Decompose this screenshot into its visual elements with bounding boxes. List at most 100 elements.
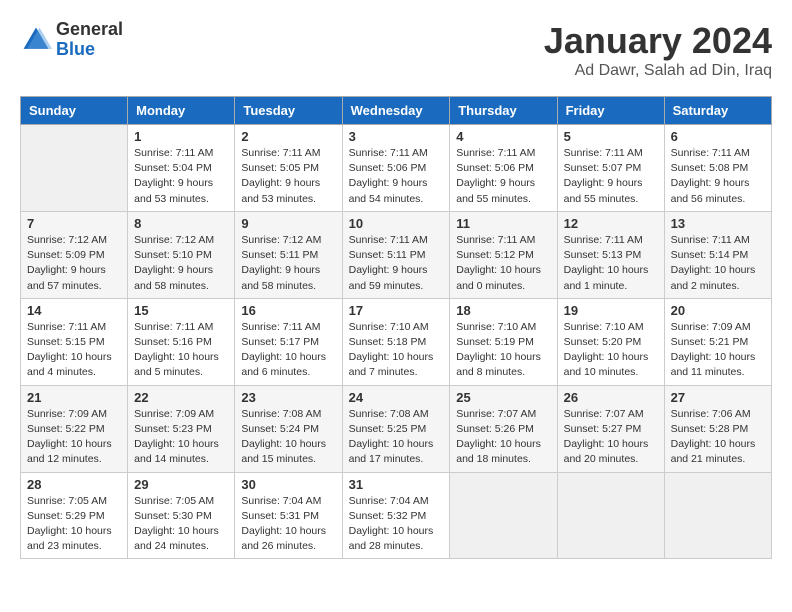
day-number: 9 — [241, 216, 335, 231]
day-number: 31 — [349, 477, 444, 492]
calendar-cell: 19 Sunrise: 7:10 AMSunset: 5:20 PMDaylig… — [557, 298, 664, 385]
calendar-cell: 7 Sunrise: 7:12 AMSunset: 5:09 PMDayligh… — [21, 211, 128, 298]
day-number: 29 — [134, 477, 228, 492]
calendar-cell: 20 Sunrise: 7:09 AMSunset: 5:21 PMDaylig… — [664, 298, 771, 385]
calendar-cell: 12 Sunrise: 7:11 AMSunset: 5:13 PMDaylig… — [557, 211, 664, 298]
header-wednesday: Wednesday — [342, 97, 450, 125]
day-info: Sunrise: 7:05 AMSunset: 5:30 PMDaylight:… — [134, 494, 228, 555]
day-number: 22 — [134, 390, 228, 405]
day-info: Sunrise: 7:11 AMSunset: 5:07 PMDaylight:… — [564, 146, 658, 207]
header-monday: Monday — [128, 97, 235, 125]
day-info: Sunrise: 7:12 AMSunset: 5:09 PMDaylight:… — [27, 233, 121, 294]
header-friday: Friday — [557, 97, 664, 125]
day-info: Sunrise: 7:06 AMSunset: 5:28 PMDaylight:… — [671, 407, 765, 468]
calendar-table: Sunday Monday Tuesday Wednesday Thursday… — [20, 96, 772, 559]
calendar-body: 1 Sunrise: 7:11 AMSunset: 5:04 PMDayligh… — [21, 125, 772, 559]
calendar-cell: 17 Sunrise: 7:10 AMSunset: 5:18 PMDaylig… — [342, 298, 450, 385]
day-info: Sunrise: 7:11 AMSunset: 5:05 PMDaylight:… — [241, 146, 335, 207]
day-info: Sunrise: 7:11 AMSunset: 5:08 PMDaylight:… — [671, 146, 765, 207]
week-row-3: 14 Sunrise: 7:11 AMSunset: 5:15 PMDaylig… — [21, 298, 772, 385]
calendar-cell: 30 Sunrise: 7:04 AMSunset: 5:31 PMDaylig… — [235, 472, 342, 559]
calendar-cell: 3 Sunrise: 7:11 AMSunset: 5:06 PMDayligh… — [342, 125, 450, 212]
day-info: Sunrise: 7:11 AMSunset: 5:12 PMDaylight:… — [456, 233, 550, 294]
calendar-cell — [450, 472, 557, 559]
day-info: Sunrise: 7:12 AMSunset: 5:10 PMDaylight:… — [134, 233, 228, 294]
day-number: 5 — [564, 129, 658, 144]
day-info: Sunrise: 7:08 AMSunset: 5:24 PMDaylight:… — [241, 407, 335, 468]
day-info: Sunrise: 7:11 AMSunset: 5:17 PMDaylight:… — [241, 320, 335, 381]
day-number: 18 — [456, 303, 550, 318]
day-number: 11 — [456, 216, 550, 231]
day-number: 15 — [134, 303, 228, 318]
header-sunday: Sunday — [21, 97, 128, 125]
calendar-cell: 25 Sunrise: 7:07 AMSunset: 5:26 PMDaylig… — [450, 385, 557, 472]
day-number: 13 — [671, 216, 765, 231]
day-number: 20 — [671, 303, 765, 318]
day-number: 4 — [456, 129, 550, 144]
day-info: Sunrise: 7:11 AMSunset: 5:11 PMDaylight:… — [349, 233, 444, 294]
calendar-cell: 31 Sunrise: 7:04 AMSunset: 5:32 PMDaylig… — [342, 472, 450, 559]
day-number: 21 — [27, 390, 121, 405]
calendar-cell: 8 Sunrise: 7:12 AMSunset: 5:10 PMDayligh… — [128, 211, 235, 298]
day-info: Sunrise: 7:10 AMSunset: 5:18 PMDaylight:… — [349, 320, 444, 381]
logo-general: General — [56, 20, 123, 40]
day-number: 7 — [27, 216, 121, 231]
calendar-cell: 13 Sunrise: 7:11 AMSunset: 5:14 PMDaylig… — [664, 211, 771, 298]
day-info: Sunrise: 7:11 AMSunset: 5:14 PMDaylight:… — [671, 233, 765, 294]
calendar-cell: 14 Sunrise: 7:11 AMSunset: 5:15 PMDaylig… — [21, 298, 128, 385]
header-thursday: Thursday — [450, 97, 557, 125]
calendar-cell: 5 Sunrise: 7:11 AMSunset: 5:07 PMDayligh… — [557, 125, 664, 212]
calendar-cell: 2 Sunrise: 7:11 AMSunset: 5:05 PMDayligh… — [235, 125, 342, 212]
day-info: Sunrise: 7:09 AMSunset: 5:23 PMDaylight:… — [134, 407, 228, 468]
calendar-cell — [557, 472, 664, 559]
calendar-cell: 1 Sunrise: 7:11 AMSunset: 5:04 PMDayligh… — [128, 125, 235, 212]
day-info: Sunrise: 7:07 AMSunset: 5:27 PMDaylight:… — [564, 407, 658, 468]
logo-blue: Blue — [56, 40, 123, 60]
header-saturday: Saturday — [664, 97, 771, 125]
day-info: Sunrise: 7:09 AMSunset: 5:21 PMDaylight:… — [671, 320, 765, 381]
week-row-5: 28 Sunrise: 7:05 AMSunset: 5:29 PMDaylig… — [21, 472, 772, 559]
calendar-cell: 11 Sunrise: 7:11 AMSunset: 5:12 PMDaylig… — [450, 211, 557, 298]
calendar-header: Sunday Monday Tuesday Wednesday Thursday… — [21, 97, 772, 125]
calendar-cell: 10 Sunrise: 7:11 AMSunset: 5:11 PMDaylig… — [342, 211, 450, 298]
calendar-cell: 28 Sunrise: 7:05 AMSunset: 5:29 PMDaylig… — [21, 472, 128, 559]
day-number: 30 — [241, 477, 335, 492]
day-number: 14 — [27, 303, 121, 318]
day-info: Sunrise: 7:11 AMSunset: 5:04 PMDaylight:… — [134, 146, 228, 207]
day-info: Sunrise: 7:09 AMSunset: 5:22 PMDaylight:… — [27, 407, 121, 468]
logo: General Blue — [20, 20, 123, 60]
title-block: January 2024 Ad Dawr, Salah ad Din, Iraq — [544, 20, 772, 80]
day-info: Sunrise: 7:11 AMSunset: 5:06 PMDaylight:… — [456, 146, 550, 207]
day-info: Sunrise: 7:11 AMSunset: 5:06 PMDaylight:… — [349, 146, 444, 207]
day-number: 24 — [349, 390, 444, 405]
day-info: Sunrise: 7:08 AMSunset: 5:25 PMDaylight:… — [349, 407, 444, 468]
day-number: 10 — [349, 216, 444, 231]
day-number: 28 — [27, 477, 121, 492]
calendar-cell: 24 Sunrise: 7:08 AMSunset: 5:25 PMDaylig… — [342, 385, 450, 472]
day-info: Sunrise: 7:10 AMSunset: 5:19 PMDaylight:… — [456, 320, 550, 381]
day-number: 1 — [134, 129, 228, 144]
logo-icon — [20, 24, 52, 56]
day-number: 27 — [671, 390, 765, 405]
calendar-cell: 18 Sunrise: 7:10 AMSunset: 5:19 PMDaylig… — [450, 298, 557, 385]
day-info: Sunrise: 7:04 AMSunset: 5:31 PMDaylight:… — [241, 494, 335, 555]
calendar-cell — [21, 125, 128, 212]
calendar-cell: 6 Sunrise: 7:11 AMSunset: 5:08 PMDayligh… — [664, 125, 771, 212]
calendar-cell — [664, 472, 771, 559]
header-row: Sunday Monday Tuesday Wednesday Thursday… — [21, 97, 772, 125]
week-row-2: 7 Sunrise: 7:12 AMSunset: 5:09 PMDayligh… — [21, 211, 772, 298]
day-number: 19 — [564, 303, 658, 318]
day-number: 25 — [456, 390, 550, 405]
page-header: General Blue January 2024 Ad Dawr, Salah… — [20, 20, 772, 80]
calendar-cell: 27 Sunrise: 7:06 AMSunset: 5:28 PMDaylig… — [664, 385, 771, 472]
day-number: 23 — [241, 390, 335, 405]
calendar-cell: 29 Sunrise: 7:05 AMSunset: 5:30 PMDaylig… — [128, 472, 235, 559]
day-number: 2 — [241, 129, 335, 144]
day-number: 3 — [349, 129, 444, 144]
calendar-cell: 9 Sunrise: 7:12 AMSunset: 5:11 PMDayligh… — [235, 211, 342, 298]
day-info: Sunrise: 7:05 AMSunset: 5:29 PMDaylight:… — [27, 494, 121, 555]
location-subtitle: Ad Dawr, Salah ad Din, Iraq — [544, 62, 772, 80]
day-number: 16 — [241, 303, 335, 318]
day-number: 17 — [349, 303, 444, 318]
calendar-cell: 22 Sunrise: 7:09 AMSunset: 5:23 PMDaylig… — [128, 385, 235, 472]
